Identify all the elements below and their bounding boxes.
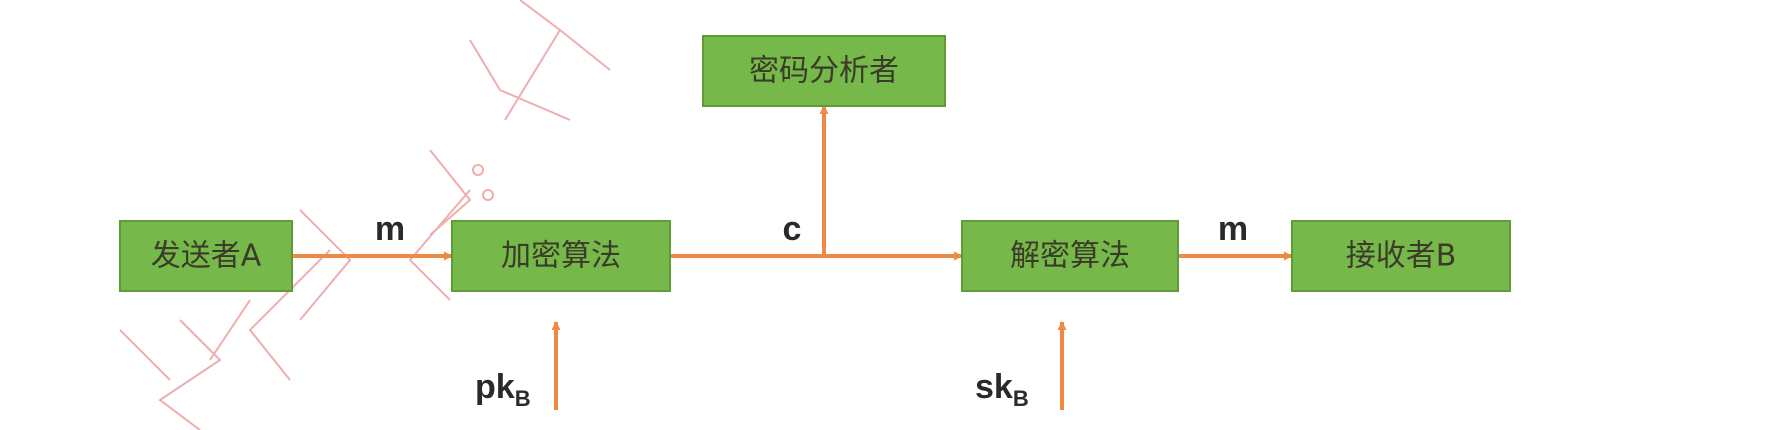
edge-label-plaintext-in: m bbox=[375, 210, 405, 248]
node-encrypt: 加密算法 bbox=[451, 220, 671, 292]
node-receiver: 接收者B bbox=[1291, 220, 1511, 292]
edge-label-plaintext-out: m bbox=[1218, 210, 1248, 248]
node-decrypt-label: 解密算法 bbox=[1010, 239, 1130, 274]
node-sender-label: 发送者A bbox=[151, 239, 262, 274]
public-key-subscript: B bbox=[515, 386, 531, 411]
edge-label-public-key: pkB bbox=[475, 368, 531, 411]
node-receiver-label: 接收者B bbox=[1346, 239, 1457, 274]
node-encrypt-label: 加密算法 bbox=[501, 239, 621, 274]
edge-label-secret-key: skB bbox=[975, 368, 1029, 411]
watermark bbox=[119, 0, 611, 430]
encryption-flow-diagram: 发送者A 加密算法 密码分析者 解密算法 接收者B m c m pkB skB bbox=[119, 0, 1511, 430]
secret-key-subscript: B bbox=[1013, 386, 1029, 411]
node-decrypt: 解密算法 bbox=[961, 220, 1179, 292]
secret-key-base: sk bbox=[975, 368, 1013, 406]
node-cryptanalyst: 密码分析者 bbox=[702, 35, 946, 107]
public-key-base: pk bbox=[475, 368, 515, 406]
edge-label-ciphertext: c bbox=[783, 210, 802, 248]
node-sender: 发送者A bbox=[119, 220, 293, 292]
node-cryptanalyst-label: 密码分析者 bbox=[749, 54, 899, 89]
